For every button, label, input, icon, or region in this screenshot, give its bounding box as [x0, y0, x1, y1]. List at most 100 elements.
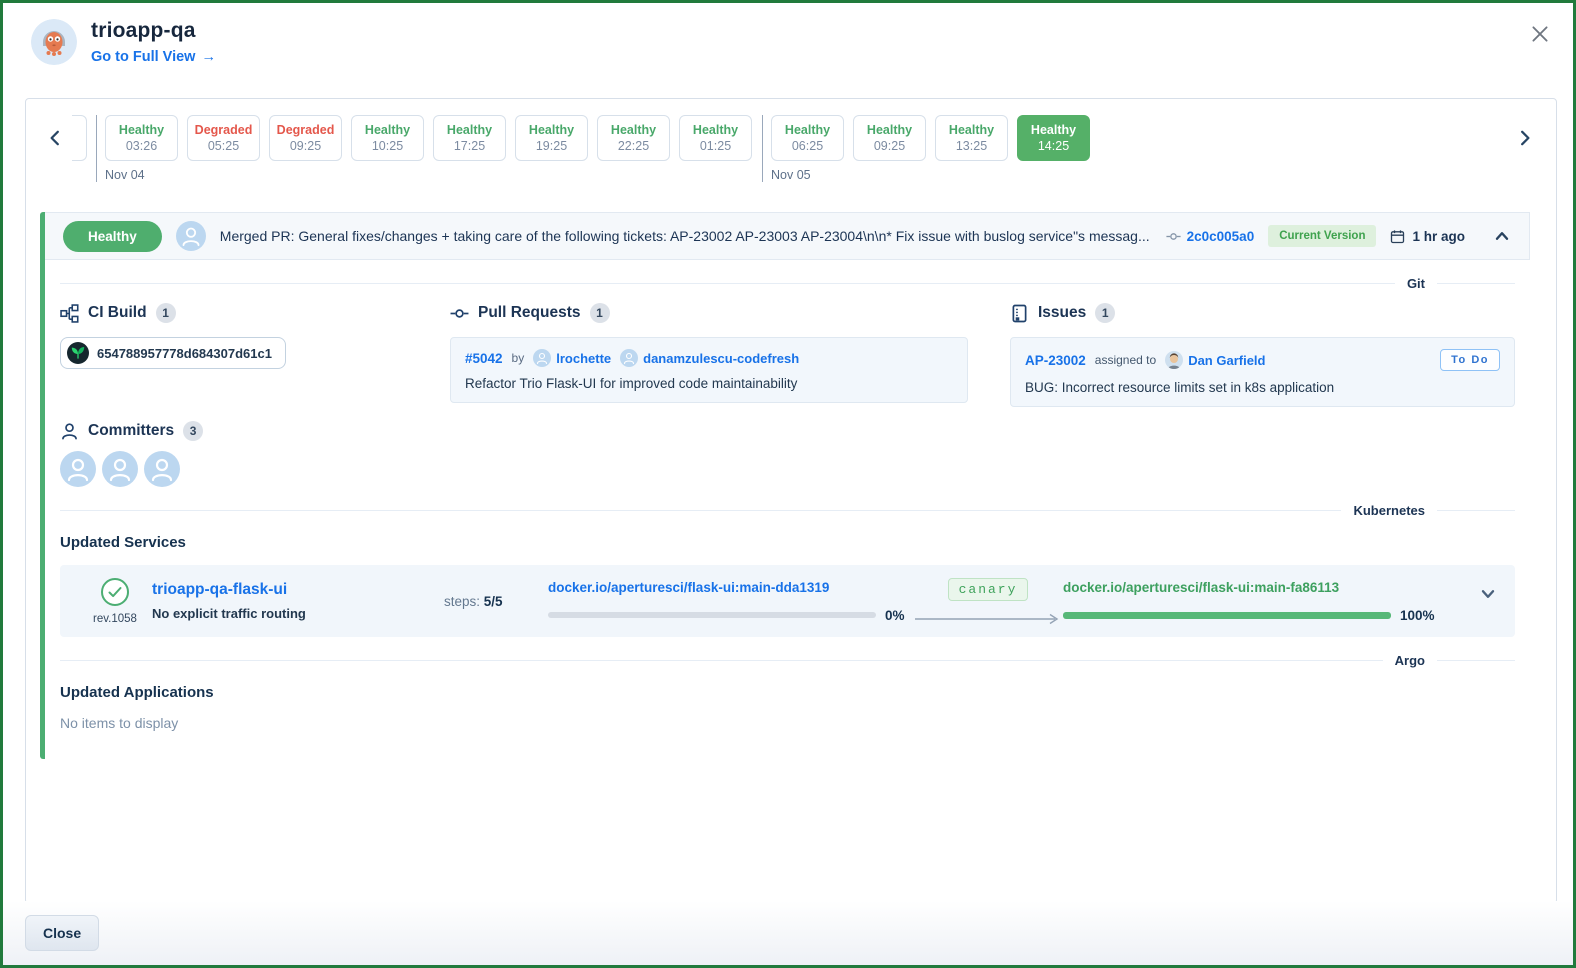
close-icon[interactable]	[1529, 23, 1551, 45]
chevron-left-icon	[46, 129, 64, 147]
pr-author-link[interactable]: danamzulescu-codefresh	[620, 349, 799, 367]
timeline-group-nov05: Healthy06:25 Healthy09:25 Healthy13:25 H…	[762, 115, 1090, 182]
chevron-right-icon	[1516, 129, 1534, 147]
timeline-prev-button[interactable]	[40, 115, 70, 161]
author-avatar	[620, 349, 638, 367]
from-progress-bar	[548, 612, 876, 618]
service-row: rev.1058 trioapp-qa-flask-ui No explicit…	[60, 565, 1515, 637]
release-banner[interactable]: Healthy Merged PR: General fixes/changes…	[45, 212, 1530, 260]
from-image-block: docker.io/aperturesci/flask-ui:main-dda1…	[548, 580, 913, 623]
ci-build-icon	[60, 304, 79, 323]
issue-status-badge: To Do	[1440, 349, 1500, 371]
timeline-group-nov04: Healthy03:26 Degraded05:25 Degraded09:25…	[96, 115, 752, 182]
assigned-to-label: assigned to	[1095, 353, 1156, 367]
service-expand-chevron-icon[interactable]	[1479, 585, 1497, 603]
timeline-slot[interactable]: Healthy17:25	[433, 115, 506, 161]
page-title: trioapp-qa	[91, 19, 216, 43]
current-version-badge: Current Version	[1268, 225, 1376, 247]
to-percent: 100%	[1400, 608, 1435, 623]
environment-modal: trioapp-qa Go to Full View → Healthy03:2…	[0, 0, 1576, 968]
timeline-slot[interactable]: Healthy22:25	[597, 115, 670, 161]
kubernetes-section-label: Kubernetes	[1353, 503, 1425, 518]
argo-section-label: Argo	[1395, 653, 1425, 668]
pull-request-card: #5042 by lrochette danamzulescu-codefres…	[450, 337, 968, 403]
environment-avatar-icon	[31, 19, 77, 65]
committers-title: Committers	[88, 422, 174, 440]
committer-avatar[interactable]	[102, 451, 138, 487]
pr-author-link[interactable]: lrochette	[533, 349, 611, 367]
service-steps: steps: 5/5	[444, 594, 548, 609]
timeline-date-label: Nov 05	[771, 168, 1090, 182]
go-to-full-view-link[interactable]: Go to Full View →	[91, 49, 216, 65]
author-avatar	[533, 349, 551, 367]
committer-avatar	[176, 221, 206, 251]
issues-title: Issues	[1038, 304, 1086, 322]
pull-requests-title: Pull Requests	[478, 304, 581, 322]
assignee-link[interactable]: Dan Garfield	[1165, 351, 1265, 369]
release-block: Healthy Merged PR: General fixes/changes…	[40, 212, 1530, 759]
empty-state-text: No items to display	[60, 715, 1515, 731]
issue-description: BUG: Incorrect resource limits set in k8…	[1025, 380, 1500, 395]
assignee-avatar	[1165, 351, 1183, 369]
rollout-arrow-icon	[913, 613, 1063, 625]
timeline-slot-selected[interactable]: Healthy14:25	[1017, 115, 1090, 161]
ci-build-count: 1	[156, 303, 176, 323]
committer-avatar[interactable]	[60, 451, 96, 487]
timeline-slot[interactable]: Healthy06:25	[771, 115, 844, 161]
timeline-slot[interactable]: Healthy13:25	[935, 115, 1008, 161]
close-button[interactable]: Close	[25, 915, 99, 951]
person-icon	[60, 422, 79, 441]
pull-requests-count: 1	[590, 303, 610, 323]
arrow-right-icon: →	[201, 49, 216, 65]
modal-header: trioapp-qa Go to Full View →	[31, 19, 216, 65]
status-badge: Healthy	[63, 221, 162, 252]
issue-card: AP-23002 assigned to Dan Garfield To Do …	[1010, 337, 1515, 407]
release-message: Merged PR: General fixes/changes + takin…	[220, 228, 1152, 244]
argo-divider: Argo	[60, 653, 1515, 668]
service-name-link[interactable]: trioapp-qa-flask-ui	[152, 581, 444, 599]
committers-count: 3	[183, 421, 203, 441]
pr-number-link[interactable]: #5042	[465, 351, 503, 366]
issues-section: Issues 1 AP-23002 assigned to Dan Garfie…	[1010, 303, 1515, 407]
from-image-link[interactable]: docker.io/aperturesci/flask-ui:main-dda1…	[548, 580, 913, 595]
committer-avatar[interactable]	[144, 451, 180, 487]
timeline-next-button[interactable]	[1510, 115, 1540, 161]
environment-panel: Healthy03:26 Degraded05:25 Degraded09:25…	[25, 98, 1557, 904]
timeline-slot[interactable]: Healthy10:25	[351, 115, 424, 161]
pr-description: Refactor Trio Flask-UI for improved code…	[465, 376, 953, 391]
collapse-chevron-icon[interactable]	[1493, 227, 1511, 245]
calendar-icon	[1390, 229, 1405, 244]
updated-applications-title: Updated Applications	[60, 684, 1515, 701]
timeline-slot[interactable]: Healthy09:25	[853, 115, 926, 161]
from-percent: 0%	[885, 608, 905, 623]
to-progress-bar	[1063, 612, 1391, 619]
pull-requests-section: Pull Requests 1 #5042 by lrochette	[450, 303, 1010, 407]
timeline-slot[interactable]: Degraded05:25	[187, 115, 260, 161]
pull-request-icon	[450, 304, 469, 323]
issues-count: 1	[1095, 303, 1115, 323]
committers-section: Committers 3	[60, 421, 1515, 487]
build-hash-chip[interactable]: 654788957778d684307d61c1	[60, 337, 286, 369]
git-divider: Git	[60, 276, 1515, 291]
issues-icon	[1010, 304, 1029, 323]
timeline-slot[interactable]: Healthy03:26	[105, 115, 178, 161]
pr-by-label: by	[512, 351, 525, 365]
healthy-check-icon	[100, 577, 130, 607]
to-image-block: docker.io/aperturesci/flask-ui:main-fa86…	[1063, 580, 1438, 623]
timeline-slot[interactable]: Healthy19:25	[515, 115, 588, 161]
release-time: 1 hr ago	[1390, 229, 1465, 244]
to-image-link[interactable]: docker.io/aperturesci/flask-ui:main-fa86…	[1063, 580, 1438, 595]
timeline-slot[interactable]: Degraded09:25	[269, 115, 342, 161]
ci-build-title: CI Build	[88, 304, 147, 322]
updated-services-title: Updated Services	[60, 534, 1515, 551]
issue-key-link[interactable]: AP-23002	[1025, 353, 1086, 368]
timeline-slot[interactable]: Healthy01:25	[679, 115, 752, 161]
commit-link[interactable]: 2c0c005a0	[1166, 229, 1255, 244]
service-routing: No explicit traffic routing	[152, 606, 444, 621]
timeline-slot-partial[interactable]	[72, 115, 87, 161]
health-timeline: Healthy03:26 Degraded05:25 Degraded09:25…	[26, 99, 1556, 182]
canary-badge: canary	[948, 578, 1029, 601]
git-section-label: Git	[1407, 276, 1425, 291]
git-sections-row: CI Build 1 654788957778d684307d61c1 Pull…	[60, 303, 1515, 407]
service-revision: rev.1058	[93, 613, 137, 625]
